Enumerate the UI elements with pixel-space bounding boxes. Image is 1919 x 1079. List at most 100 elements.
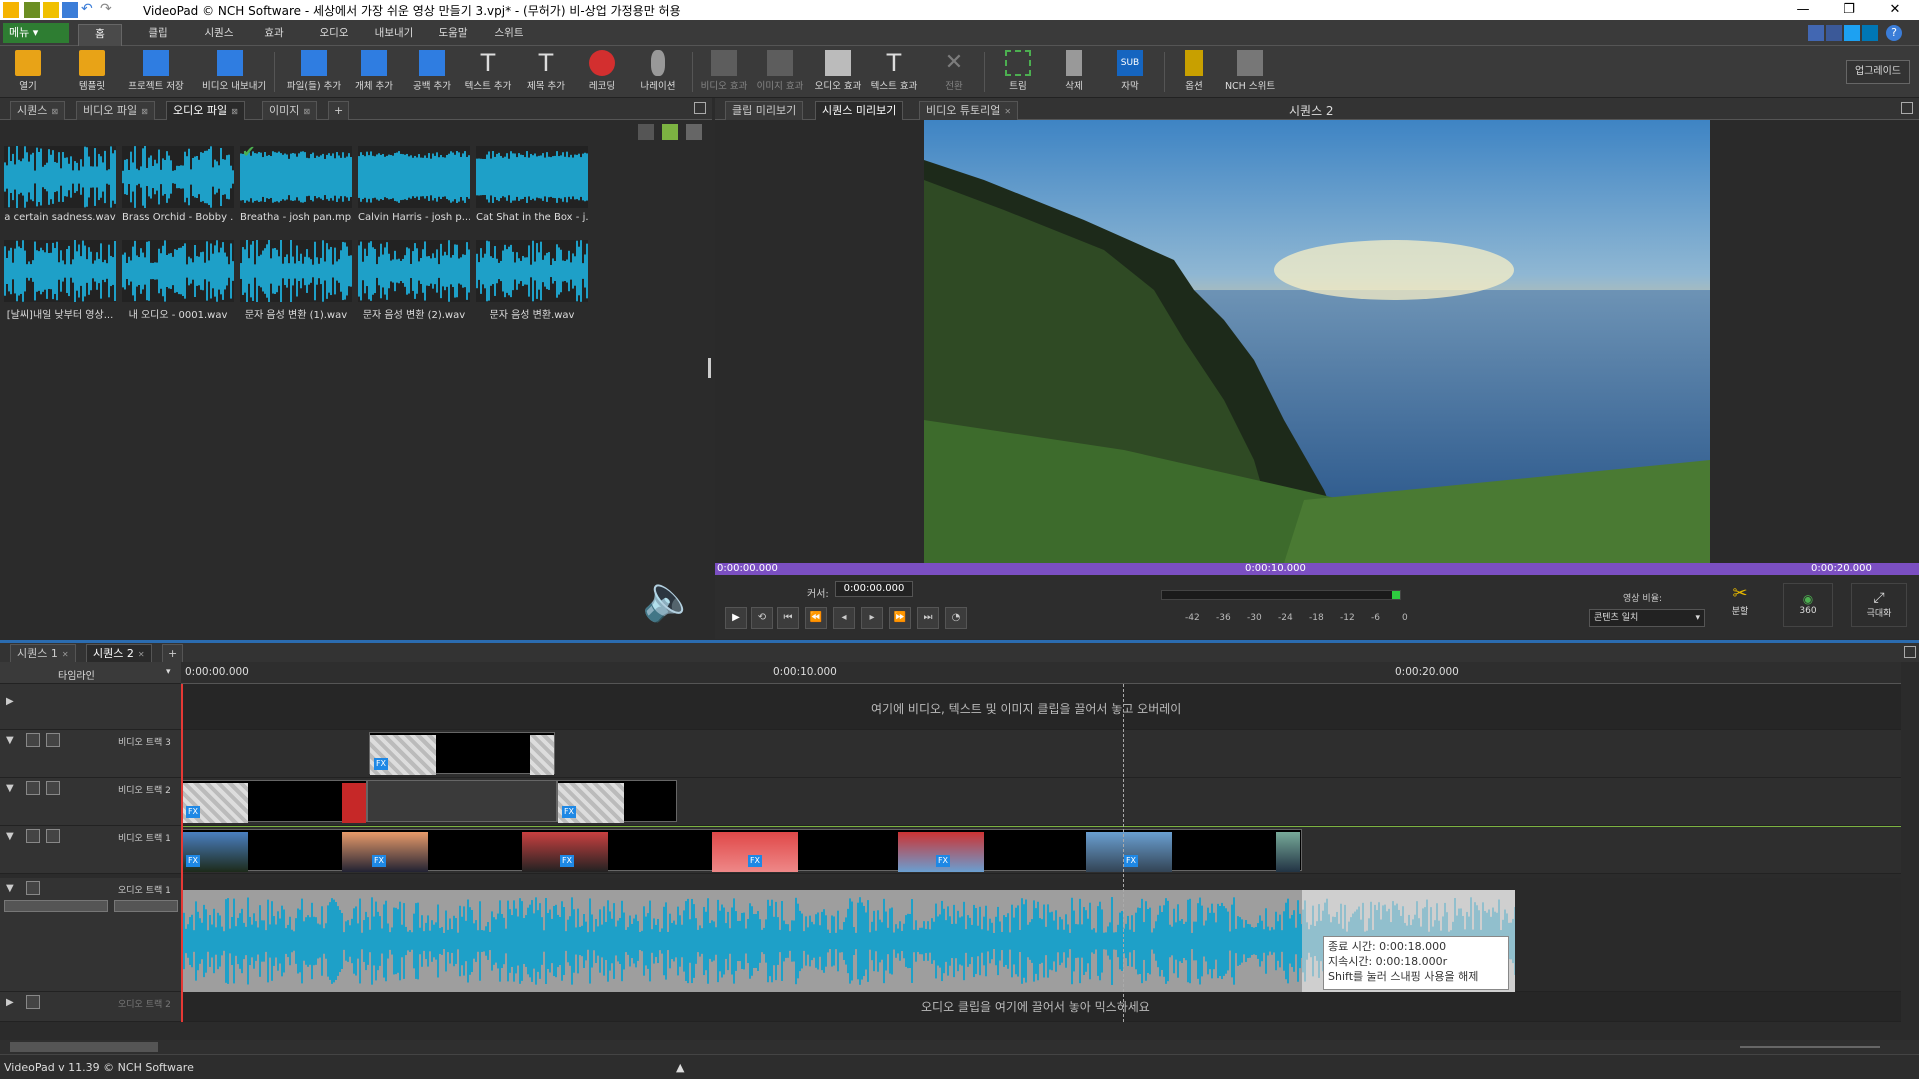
add-files-button[interactable]: 파일(들) 추가 (286, 50, 342, 96)
tab-audio[interactable]: 오디오 (310, 24, 358, 46)
preview-scrub-bar[interactable]: 0:00:00.000 0:00:10.000 0:00:20.000 (715, 563, 1919, 575)
next-clip-button[interactable]: ⏩ (889, 607, 911, 629)
speed-button[interactable]: ◔ (945, 607, 967, 629)
tab-effects[interactable]: 효과 (252, 24, 296, 46)
play-button[interactable]: ▶ (725, 607, 747, 629)
tab-close-icon[interactable]: ⊠ (303, 107, 310, 116)
help-icon[interactable]: ? (1886, 25, 1902, 41)
go-start-button[interactable]: ⏮ (777, 607, 799, 629)
image-effects-button[interactable]: 이미지 효과 (752, 50, 808, 96)
undock-icon[interactable] (694, 102, 706, 114)
fx-icon[interactable]: FX (186, 855, 200, 867)
trash-icon[interactable] (638, 124, 654, 140)
tab-suite[interactable]: 스위트 (484, 24, 534, 46)
zoom-slider[interactable] (1740, 1046, 1880, 1048)
options-button[interactable]: 옵션 (1166, 50, 1222, 96)
add-bin-tab-button[interactable]: + (328, 101, 350, 120)
fx-icon[interactable]: FX (936, 855, 950, 867)
fx-icon[interactable]: FX (560, 855, 574, 867)
record-button[interactable]: 레코딩 (574, 50, 630, 96)
audio-drop-zone[interactable]: 오디오 클립을 여기에 끌어서 놓아 믹스하세요 (181, 992, 1901, 1022)
fx-icon[interactable]: FX (372, 855, 386, 867)
tab-clip[interactable]: 클립 (136, 24, 180, 46)
open-icon[interactable] (43, 2, 59, 18)
add-title-button[interactable]: T 제목 추가 (518, 50, 574, 96)
twitter-icon[interactable] (1844, 25, 1860, 41)
volume-slider[interactable] (4, 900, 108, 912)
add-blank-button[interactable]: 공백 추가 (404, 50, 460, 96)
tab-sequence-1[interactable]: 시퀀스 1 ✕ (10, 644, 76, 663)
undock-icon[interactable] (1904, 646, 1916, 658)
collapse-icon[interactable]: ▼ (6, 735, 14, 746)
audio-clip[interactable] (181, 890, 1303, 992)
add-sequence-tab-button[interactable]: + (162, 644, 184, 663)
new-folder-icon[interactable] (662, 124, 678, 140)
timeline-clip[interactable]: FX (369, 732, 555, 775)
fx-icon[interactable]: FX (748, 855, 762, 867)
step-back-button[interactable]: ◂ (833, 607, 855, 629)
video-effects-button[interactable]: 비디오 효과 (696, 50, 752, 96)
step-forward-button[interactable]: ▸ (861, 607, 883, 629)
loop-button[interactable]: ⟲ (751, 607, 773, 629)
like-icon[interactable] (1808, 25, 1824, 41)
cursor-time-field[interactable]: 0:00:00.000 (835, 581, 913, 597)
redo-icon[interactable]: ↷ (100, 2, 116, 18)
undo-icon[interactable]: ↶ (81, 2, 97, 18)
eye-icon[interactable] (26, 829, 40, 843)
tab-bin-images[interactable]: 이미지 ⊠ (262, 101, 318, 120)
tab-sequence[interactable]: 시퀀스 (194, 24, 244, 46)
undock-icon[interactable] (1901, 102, 1913, 114)
panel-toggle-icon[interactable]: ▲ (676, 1061, 684, 1074)
split-button[interactable]: ✂ 분할 (1717, 583, 1763, 627)
horizontal-scrollbar[interactable] (10, 1042, 158, 1052)
tab-bin-video[interactable]: 비디오 파일 ⊠ (76, 101, 155, 120)
audio-clip-item[interactable]: 문자 음성 변환 (2).wav (358, 240, 470, 328)
go-end-button[interactable]: ⏭ (917, 607, 939, 629)
save-project-button[interactable]: 프로젝트 저장 (128, 50, 184, 96)
fx-icon[interactable]: FX (562, 806, 576, 818)
playhead[interactable] (181, 662, 183, 1022)
tab-close-icon[interactable]: ⊠ (231, 107, 238, 116)
eye-icon[interactable] (26, 733, 40, 747)
timeline-ruler[interactable]: 0:00:00.000 0:00:10.000 0:00:20.000 (181, 662, 1901, 684)
pan-slider[interactable] (114, 900, 178, 912)
save-icon[interactable] (62, 2, 78, 18)
tab-clip-preview[interactable]: 클립 미리보기 (725, 101, 804, 120)
timeline-clip[interactable]: FX (557, 780, 677, 823)
panel-splitter[interactable] (708, 358, 711, 378)
collapse-icon[interactable]: ▼ (6, 883, 14, 894)
collapse-icon[interactable]: ▼ (6, 783, 14, 794)
eye-icon[interactable] (26, 781, 40, 795)
timeline-clip-strip[interactable]: FX FX FX FX FX FX (181, 829, 1302, 872)
timeline-clip[interactable]: FX (181, 780, 367, 823)
blend-icon[interactable] (46, 733, 60, 747)
tab-close-icon[interactable]: ✕ (1004, 107, 1011, 116)
fx-icon[interactable]: FX (374, 758, 388, 770)
restore-button[interactable]: ❐ (1826, 0, 1872, 20)
upgrade-button[interactable]: 업그레이드 (1846, 60, 1910, 84)
linkedin-icon[interactable] (1862, 25, 1878, 41)
trim-button[interactable]: 트림 (990, 50, 1046, 96)
narration-button[interactable]: 나레이션 (630, 50, 686, 96)
audio-clip-item[interactable]: 내 오디오 - 0001.wav (122, 240, 234, 328)
tab-home[interactable]: 홈 (78, 24, 122, 46)
prev-clip-button[interactable]: ⏪ (805, 607, 827, 629)
new-project-icon[interactable] (24, 2, 40, 18)
expand-icon[interactable]: ▶ (6, 696, 14, 707)
text-effects-button[interactable]: T 텍스트 효과 (866, 50, 922, 96)
close-button[interactable]: ✕ (1872, 0, 1918, 20)
timeline-mode-select[interactable]: 타임라인 ▾ (0, 662, 181, 684)
audio-clip-item[interactable]: 문자 음성 변환.wav (476, 240, 588, 328)
vr-360-button[interactable]: ◉ 360 (1783, 583, 1833, 627)
tab-video-tutorial[interactable]: 비디오 튜토리얼 ✕ (919, 101, 1019, 120)
speaker-icon[interactable] (26, 881, 40, 895)
tab-sequence-preview[interactable]: 시퀀스 미리보기 (815, 101, 904, 120)
minimize-button[interactable]: — (1780, 0, 1826, 20)
add-object-button[interactable]: 개체 추가 (346, 50, 402, 96)
aspect-ratio-select[interactable]: 콘텐츠 일치 ▾ (1589, 609, 1705, 627)
tab-export[interactable]: 내보내기 (366, 24, 422, 46)
timeline-blank-clip[interactable] (367, 780, 557, 822)
facebook-icon[interactable] (1826, 25, 1842, 41)
blend-icon[interactable] (46, 829, 60, 843)
nch-suite-button[interactable]: NCH 스위트 (1222, 50, 1278, 96)
